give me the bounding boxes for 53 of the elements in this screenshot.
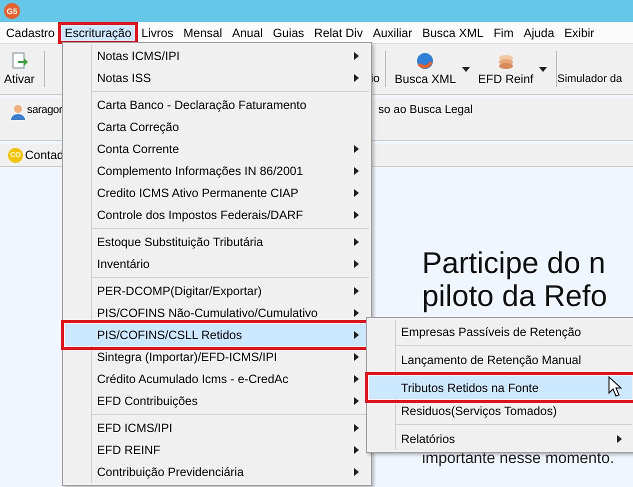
menu-item[interactable]: Notas ISS (65, 67, 369, 89)
menu-bar-item[interactable]: Cadastro (1, 24, 60, 42)
menu-item[interactable]: Crédito Acumulado Icms - e-CredAc (65, 368, 369, 390)
menu-bar-item[interactable]: Guias (268, 24, 310, 42)
menu-item[interactable]: Tributos Retidos na Fonte (369, 376, 632, 399)
menu-item[interactable]: Lançamento de Retenção Manual (369, 348, 632, 371)
menu-item[interactable]: Contribuição Previdenciária (65, 461, 369, 483)
menu-item[interactable]: Carta Banco - Declaração Faturamento (65, 94, 369, 116)
menu-item[interactable]: Notas ICMS/IPI (65, 45, 369, 67)
document-arrow-icon (10, 52, 28, 70)
user-icon (10, 104, 26, 120)
caret-icon (462, 66, 470, 72)
menu-item[interactable]: EFD ICMS/IPI (65, 417, 369, 439)
body-text: importante nesse momento. (422, 450, 616, 468)
toolbar-button[interactable]: Ativar (0, 52, 39, 86)
menu-item[interactable]: PIS/COFINS/CSLL Retidos (65, 324, 369, 346)
headline: piloto da Refo (422, 280, 608, 313)
menu-item[interactable]: Controle dos Impostos Federais/DARF (65, 204, 369, 226)
menu-bar-item[interactable]: Relat Div (309, 24, 368, 42)
menu-item[interactable]: Carta Correção (65, 116, 369, 138)
user-name: saragor (27, 104, 62, 116)
menu-item[interactable]: Credito ICMS Ativo Permanente CIAP (65, 182, 369, 204)
toolbar-button[interactable]: Busca XML (390, 52, 474, 86)
app-logo: G5 (4, 3, 20, 19)
busca-legal-link[interactable]: so ao Busca Legal (378, 104, 473, 116)
menu-item[interactable]: Conta Corrente (65, 138, 369, 160)
menu-bar-item[interactable]: Escrituração (60, 24, 136, 42)
menu-item[interactable]: EFD Contribuições (65, 390, 369, 412)
menu-bar-item[interactable]: Livros (136, 24, 178, 42)
caret-icon (539, 66, 548, 72)
menu-item[interactable]: PIS/COFINS Não-Cumulativo/Cumulativo (65, 302, 369, 324)
menu-item[interactable]: Estoque Substituição Tributária (65, 231, 369, 253)
menu-item[interactable]: Inventário (65, 253, 369, 275)
toolbar-button[interactable]: EFD Reinf (474, 52, 552, 86)
menu-item[interactable]: Complemento Informações IN 86/2001 (65, 160, 369, 182)
menu-bar-item[interactable]: Ajuda (518, 24, 560, 42)
mouse-cursor-icon (608, 376, 622, 397)
globe-icon (416, 52, 434, 70)
menu-bar-item[interactable]: Exibir (559, 24, 600, 42)
menu-item[interactable]: EFD REINF (65, 439, 369, 461)
menu-bar-item[interactable]: Auxiliar (368, 24, 418, 42)
toolbar-label[interactable]: Simulador da (557, 73, 622, 85)
menu-bar-item[interactable]: Anual (227, 24, 268, 42)
menu-item[interactable]: Residuos(Serviços Tomados) (369, 399, 632, 422)
menu-bar-item[interactable]: Fim (488, 24, 519, 42)
headline: Participe do n (422, 247, 606, 280)
menu-bar-item[interactable]: Busca XML (417, 24, 489, 42)
coins-icon (496, 52, 515, 70)
menu-item[interactable]: Relatórios (369, 427, 632, 450)
menu-bar-item[interactable]: Mensal (178, 24, 228, 42)
menu-item[interactable]: Sintegra (Importar)/EFD-ICMS/IPI (65, 346, 369, 368)
menu-item[interactable]: Empresas Passíveis de Retenção (369, 320, 632, 343)
menu-item[interactable]: PER-DCOMP(Digitar/Exportar) (65, 280, 369, 302)
